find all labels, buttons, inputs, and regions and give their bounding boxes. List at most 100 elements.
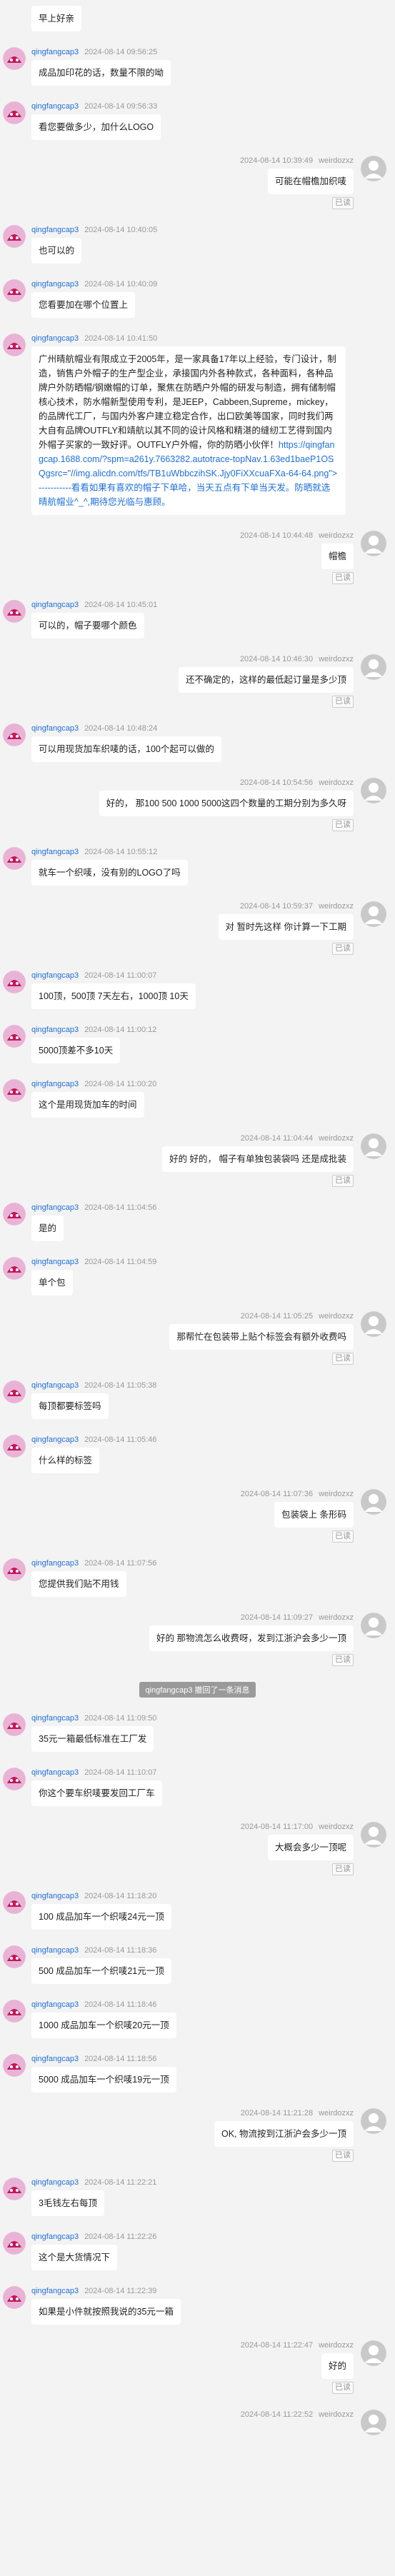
message-bubble[interactable]: 看您要做多少，加什么LOGO [31,114,161,140]
user-avatar[interactable] [361,2410,386,2435]
seller-avatar[interactable] [3,279,26,302]
sender-name[interactable]: qingfangcap3 [31,1258,79,1266]
message-bubble[interactable]: 单个包 [31,1270,73,1295]
seller-avatar[interactable] [3,101,26,124]
message-bubble[interactable]: 35元一箱最低标准在工厂发 [31,1726,154,1752]
sender-name[interactable]: qingfangcap3 [31,848,79,856]
sender-name[interactable]: qingfangcap3 [31,226,79,234]
message-bubble[interactable]: 那帮忙在包装带上贴个标签会有额外收费吗 [169,1324,354,1350]
message-bubble[interactable]: 好的 好的， 帽子有单独包装袋吗 还是成批装 [162,1146,354,1172]
sender-name[interactable]: qingfangcap3 [31,280,79,289]
sender-name[interactable]: qingfangcap3 [31,601,79,609]
user-avatar[interactable] [361,654,386,680]
message-bubble[interactable]: 您看要加在哪个位置上 [31,292,136,318]
sender-name[interactable]: qingfangcap3 [31,1892,79,1900]
sender-name[interactable]: qingfangcap3 [31,1435,79,1444]
seller-avatar[interactable] [3,1891,26,1914]
seller-avatar[interactable] [3,1435,26,1458]
seller-avatar[interactable] [3,225,26,248]
seller-avatar[interactable] [3,2286,26,2309]
sender-name[interactable]: qingfangcap3 [31,1080,79,1088]
message-bubble[interactable]: 成品加印花的话，数量不限的呦 [31,60,171,86]
sender-name[interactable]: qingfangcap3 [31,2000,79,2009]
user-avatar[interactable] [361,1822,386,1848]
seller-avatar[interactable] [3,847,26,870]
seller-avatar[interactable] [3,47,26,70]
shop-link[interactable]: https://qingfangcap.1688.com/?spm=a261y.… [39,440,337,507]
sender-name[interactable]: qingfangcap3 [31,971,79,980]
sender-name[interactable]: qingfangcap3 [31,2055,79,2063]
seller-avatar[interactable] [3,334,26,356]
sender-name[interactable]: qingfangcap3 [31,1381,79,1390]
message-bubble[interactable]: 大概会多少一顶呢 [267,1835,354,1860]
user-avatar[interactable] [361,531,386,556]
sender-name[interactable]: qingfangcap3 [31,1768,79,1777]
user-avatar[interactable] [361,2108,386,2134]
message-bubble[interactable]: 您提供我们贴不用钱 [31,1571,126,1597]
message-bubble[interactable]: 1000 成品加车一个织唛20元一顶 [31,2013,176,2038]
sender-name[interactable]: qingfangcap3 [31,2232,79,2241]
seller-avatar[interactable] [3,1768,26,1790]
message-bubble[interactable]: 好的 [321,2353,354,2379]
user-avatar[interactable] [361,2340,386,2366]
message-bubble[interactable]: 这个是大货情况下 [31,2245,118,2270]
message-bubble[interactable]: 什么样的标签 [31,1448,100,1473]
message-bubble[interactable]: 5000顶差不多10天 [31,1038,121,1063]
seller-avatar[interactable] [3,1079,26,1102]
seller-avatar[interactable] [3,2232,26,2255]
seller-avatar[interactable] [3,1025,26,1048]
message-bubble[interactable]: 可能在帽檐加织唛 [267,169,354,194]
user-avatar[interactable] [361,1489,386,1515]
seller-avatar[interactable] [3,1713,26,1736]
user-avatar[interactable] [361,1613,386,1638]
seller-avatar[interactable] [3,1380,26,1403]
user-avatar[interactable] [361,778,386,803]
sender-name[interactable]: qingfangcap3 [31,1559,79,1568]
seller-avatar[interactable] [3,1945,26,1968]
message-bubble[interactable]: 500 成品加车一个织唛21元一顶 [31,1958,171,1984]
seller-avatar[interactable] [3,600,26,623]
user-avatar[interactable] [361,901,386,927]
message-bubble[interactable]: 早上好亲 [31,6,82,31]
seller-avatar[interactable] [3,2054,26,2077]
message-bubble[interactable]: 好的， 那100 500 1000 5000这四个数量的工期分别为多久呀 [99,791,354,816]
seller-avatar[interactable] [3,1558,26,1581]
message-bubble[interactable]: 帽檐 [321,543,354,569]
user-avatar[interactable] [361,1311,386,1337]
sender-name[interactable]: qingfangcap3 [31,334,79,343]
seller-avatar[interactable] [3,1203,26,1226]
message-bubble[interactable]: 也可以的 [31,238,82,264]
message-bubble[interactable]: OK, 物流按到江浙沪会多少一顶 [214,2121,354,2147]
message-bubble[interactable]: 包装袋上 条形码 [274,1502,354,1528]
sender-name[interactable]: qingfangcap3 [31,2178,79,2187]
message-bubble[interactable]: 3毛钱左右每顶 [31,2190,104,2216]
message-bubble[interactable]: 就车一个织唛，没有别的LOGO了吗 [31,860,188,886]
seller-avatar[interactable] [3,2000,26,2023]
sender-name[interactable]: qingfangcap3 [31,724,79,733]
message-bubble[interactable]: 这个是用现货加车的时间 [31,1092,144,1118]
user-avatar[interactable] [361,156,386,181]
message-bubble[interactable]: 你这个要车织唛要发回工厂车 [31,1780,162,1806]
sender-name[interactable]: qingfangcap3 [31,48,79,56]
message-bubble[interactable]: 对 暂时先这样 你计算一下工期 [218,914,354,940]
message-bubble[interactable]: 还不确定的，这样的最低起订量是多少顶 [178,667,354,693]
sender-name[interactable]: qingfangcap3 [31,1946,79,1955]
sender-name[interactable]: qingfangcap3 [31,2287,79,2295]
seller-avatar[interactable] [3,723,26,746]
seller-avatar[interactable] [3,1257,26,1280]
seller-avatar[interactable] [3,2177,26,2200]
message-bubble[interactable]: 可以用现货加车织唛的话，100个起可以做的 [31,736,221,762]
sender-name[interactable]: qingfangcap3 [31,102,79,111]
message-bubble[interactable]: 如果是小件就按照我说的35元一箱 [31,2299,181,2325]
message-bubble[interactable]: 是的 [31,1216,64,1241]
message-bubble[interactable]: 100 成品加车一个织唛24元一顶 [31,1904,171,1930]
seller-avatar[interactable] [3,971,26,993]
message-bubble[interactable]: 广州晴航帽业有限成立于2005年，是一家具备17年以上经验，专门设计，制造，销售… [31,346,346,515]
message-bubble[interactable]: 可以的，帽子要哪个颜色 [31,613,144,638]
sender-name[interactable]: qingfangcap3 [31,1026,79,1034]
message-bubble[interactable]: 每顶都要标签吗 [31,1393,109,1419]
user-avatar[interactable] [361,1133,386,1159]
sender-name[interactable]: qingfangcap3 [31,1203,79,1212]
message-bubble[interactable]: 好的 那物流怎么收费呀，发到江浙沪会多少一顶 [149,1625,354,1651]
message-bubble[interactable]: 100顶，500顶 7天左右，1000顶 10天 [31,983,196,1009]
